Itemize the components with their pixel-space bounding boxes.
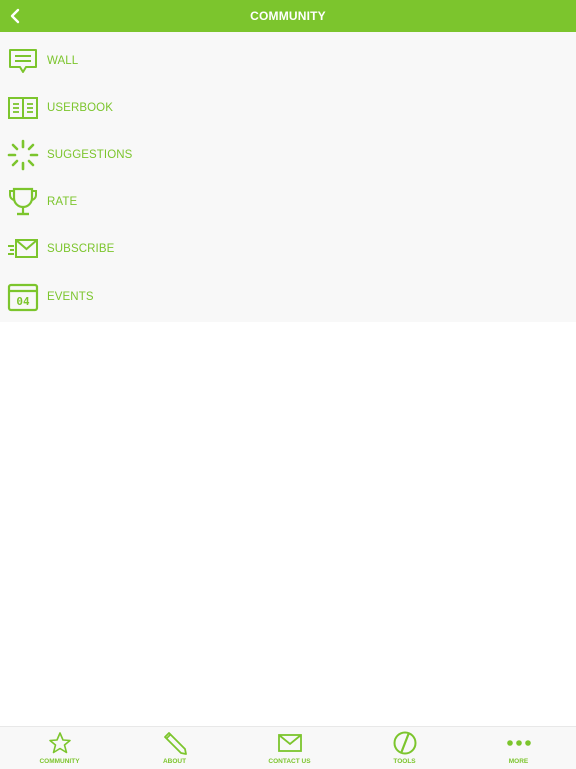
menu-item-wall[interactable]: WALL [0,39,576,83]
envelope-icon [277,733,303,753]
menu-item-rate[interactable]: RATE [0,180,576,224]
menu-item-label: SUGGESTIONS [47,149,133,161]
menu-item-subscribe[interactable]: SUBSCRIBE [0,227,576,271]
calendar-day: 04 [16,295,30,308]
tab-more[interactable]: MORE [461,727,576,769]
community-menu: WALL USERBOOK SUGGESTIONS RATE SUBSCRIBE… [0,32,576,322]
tab-label: TOOLS [393,758,416,765]
loading-spinner-icon [6,138,40,172]
menu-item-userbook[interactable]: USERBOOK [0,86,576,130]
bottom-tab-bar: COMMUNITY ABOUT CONTACT US TOOLS MORE [0,726,576,769]
trophy-icon [6,185,40,219]
menu-item-label: RATE [47,196,78,208]
tab-tools[interactable]: TOOLS [347,727,462,769]
tab-label: CONTACT US [268,758,311,765]
menu-item-label: EVENTS [47,291,94,303]
page-title: COMMUNITY [250,9,326,23]
tab-community[interactable]: COMMUNITY [2,727,117,769]
top-bar: COMMUNITY [0,0,576,32]
fast-mail-icon [6,232,40,266]
star-icon [48,731,72,755]
menu-item-label: USERBOOK [47,102,113,114]
chat-bubble-icon [6,44,40,78]
tab-contact-us[interactable]: CONTACT US [232,727,347,769]
tab-label: COMMUNITY [39,758,80,765]
tab-label: MORE [508,758,529,765]
tab-about[interactable]: ABOUT [117,727,232,769]
more-dots-icon [506,738,532,748]
menu-item-label: WALL [47,55,79,67]
menu-item-label: SUBSCRIBE [47,243,115,255]
menu-item-events[interactable]: 04 EVENTS [0,275,576,319]
slash-circle-icon [392,730,418,756]
open-book-icon [6,91,40,125]
menu-item-suggestions[interactable]: SUGGESTIONS [0,133,576,177]
tab-label: ABOUT [162,758,187,765]
calendar-icon: 04 [6,280,40,314]
pencil-icon [163,730,187,756]
